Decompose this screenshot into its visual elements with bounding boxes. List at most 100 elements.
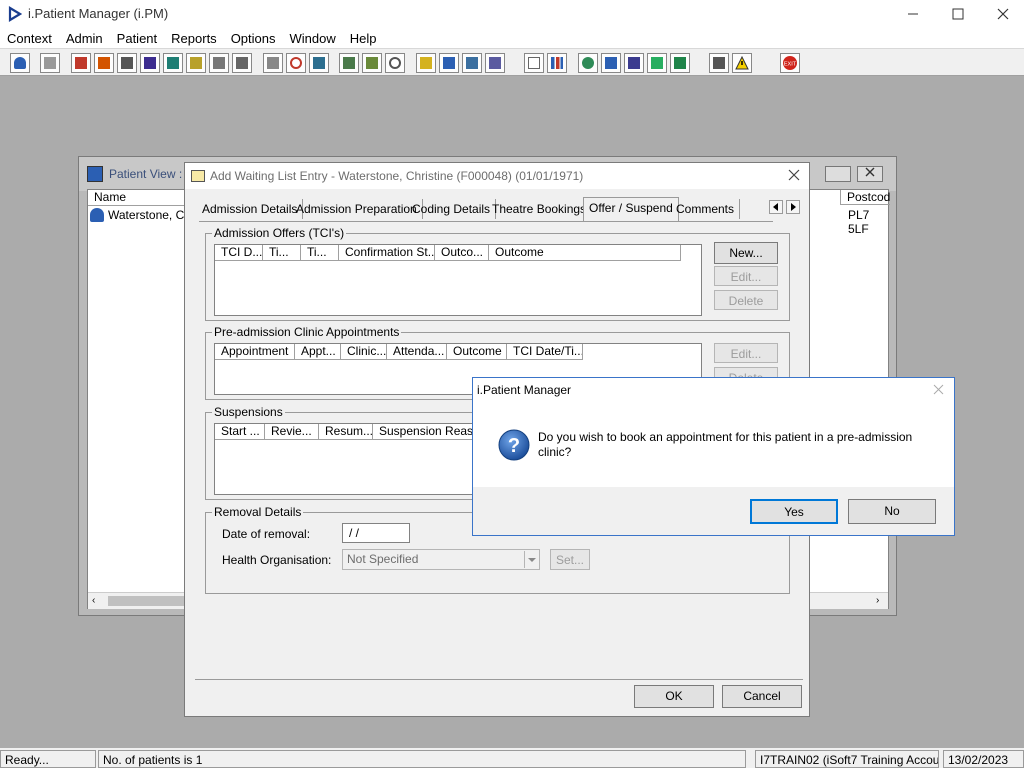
maximize-button[interactable] (935, 0, 981, 28)
col-review[interactable]: Revie... (265, 424, 319, 440)
maximize-icon (952, 8, 964, 20)
admission-offers-list[interactable]: TCI D... Ti... Ti... Confirmation St... … (214, 244, 702, 316)
toolbar-exit-icon[interactable]: EXIT (780, 53, 800, 73)
toolbar-globe-icon[interactable] (578, 53, 598, 73)
toolbar-accept-icon[interactable] (647, 53, 667, 73)
date-of-removal-field[interactable]: / / (342, 523, 410, 543)
status-date: 13/02/2023 (943, 750, 1024, 768)
offers-delete-button[interactable]: Delete (714, 290, 778, 310)
toolbar-print-icon[interactable] (40, 53, 60, 73)
toolbar-transport-icon[interactable] (462, 53, 482, 73)
menu-admin[interactable]: Admin (59, 28, 110, 48)
patient-row-name[interactable]: Waterstone, Chr (108, 208, 195, 222)
menu-window[interactable]: Window (283, 28, 343, 48)
col-resume[interactable]: Resum... (319, 424, 373, 440)
col-outcome[interactable]: Outcome (489, 245, 681, 261)
patient-row-postcode[interactable]: PL7 5LF (848, 208, 888, 236)
waiting-list-close-button[interactable] (787, 168, 801, 185)
menu-patient[interactable]: Patient (110, 28, 164, 48)
toolbar-report-icon[interactable] (339, 53, 359, 73)
toolbar-doctor-icon[interactable] (163, 53, 183, 73)
tab-scroll-right-button[interactable] (786, 200, 800, 214)
health-organisation-label: Health Organisation: (222, 553, 332, 567)
close-icon (788, 169, 800, 181)
toolbar-search-icon[interactable] (263, 53, 283, 73)
patient-list-header-name[interactable]: Name (88, 190, 194, 206)
toolbar-transfer-icon[interactable] (709, 53, 729, 73)
col-outcome-short[interactable]: Outco... (435, 245, 489, 261)
toolbar-record-icon[interactable] (117, 53, 137, 73)
col-tci-datetime[interactable]: TCI Date/Ti... (507, 344, 583, 360)
tab-scroll-left-button[interactable] (769, 200, 783, 214)
col-appt[interactable]: Appt... (295, 344, 341, 360)
svg-text:EXIT: EXIT (784, 62, 797, 68)
set-org-button[interactable]: Set... (550, 549, 590, 570)
toolbar-document-icon[interactable] (524, 53, 544, 73)
toolbar-warning-icon[interactable] (732, 53, 752, 73)
toolbar-monitor-icon[interactable] (309, 53, 329, 73)
admission-offers-legend: Admission Offers (TCI's) (212, 226, 347, 240)
tab-admission-preparation[interactable]: Admission Preparation (291, 199, 423, 219)
message-box-close-button[interactable] (933, 384, 944, 398)
removal-legend: Removal Details (212, 505, 304, 519)
toolbar-chart-icon[interactable] (547, 53, 567, 73)
dialog-separator (195, 679, 803, 680)
toolbar-clock-icon[interactable] (286, 53, 306, 73)
scroll-right-icon[interactable]: › (876, 595, 879, 606)
toolbar-approve-icon[interactable] (670, 53, 690, 73)
toolbar-notes-icon[interactable] (186, 53, 206, 73)
col-time-1[interactable]: Ti... (263, 245, 301, 261)
col-tci-date[interactable]: TCI D... (215, 245, 263, 261)
health-organisation-select[interactable]: Not Specified (342, 549, 540, 570)
app-logo-icon (8, 6, 22, 22)
chevron-down-icon[interactable] (524, 551, 538, 568)
scroll-thumb[interactable] (108, 596, 188, 606)
menu-help[interactable]: Help (343, 28, 384, 48)
yes-button[interactable]: Yes (750, 499, 838, 524)
toolbar-m-icon[interactable] (140, 53, 160, 73)
menu-options[interactable]: Options (224, 28, 283, 48)
patient-list-header-postcode[interactable]: Postcod (840, 190, 890, 205)
offers-new-button[interactable]: New... (714, 242, 778, 264)
patient-view-close-button[interactable] (857, 166, 883, 182)
col-time-2[interactable]: Ti... (301, 245, 339, 261)
close-app-button[interactable] (980, 0, 1024, 28)
toolbar-letter-icon[interactable] (362, 53, 382, 73)
offers-edit-button[interactable]: Edit... (714, 266, 778, 286)
patient-view-restore-button[interactable] (825, 166, 851, 182)
preadmission-edit-button[interactable]: Edit... (714, 343, 778, 363)
minimize-icon (908, 13, 918, 15)
col-attendance[interactable]: Attenda... (387, 344, 447, 360)
col-appointment[interactable]: Appointment (215, 344, 295, 360)
col-pre-outcome[interactable]: Outcome (447, 344, 507, 360)
menu-context[interactable]: Context (0, 28, 59, 48)
toolbar-check-icon[interactable] (624, 53, 644, 73)
tab-comments[interactable]: Comments (671, 199, 741, 219)
toolbar-edit-icon[interactable] (94, 53, 114, 73)
toolbar-gauge-icon[interactable] (385, 53, 405, 73)
col-clinic[interactable]: Clinic... (341, 344, 387, 360)
no-button[interactable]: No (848, 499, 936, 524)
tab-offer-suspend[interactable]: Offer / Suspend (583, 197, 679, 221)
message-line-1: Do you wish to book an appointment for t… (538, 430, 913, 444)
tab-coding-details[interactable]: Coding Details (407, 199, 497, 219)
toolbar-book-icon[interactable] (71, 53, 91, 73)
menu-reports[interactable]: Reports (164, 28, 224, 48)
tab-theatre-bookings[interactable]: Theatre Bookings (487, 199, 593, 219)
ok-button[interactable]: OK (634, 685, 714, 708)
toolbar-form-icon[interactable] (439, 53, 459, 73)
col-suspension-reason[interactable]: Suspension Reason (373, 424, 483, 440)
toolbar-bed-icon[interactable] (209, 53, 229, 73)
toolbar-people-icon[interactable] (485, 53, 505, 73)
tab-admission-details[interactable]: Admission Details (197, 199, 304, 219)
toolbar-ward-icon[interactable] (232, 53, 252, 73)
toolbar-list-icon[interactable] (416, 53, 436, 73)
scroll-left-icon[interactable]: ‹ (92, 595, 95, 606)
toolbar-patient-icon[interactable] (10, 53, 30, 73)
minimize-button[interactable] (890, 0, 936, 28)
col-start[interactable]: Start ... (215, 424, 265, 440)
cancel-button[interactable]: Cancel (722, 685, 802, 708)
toolbar-referral-icon[interactable] (601, 53, 621, 73)
col-confirmation-status[interactable]: Confirmation St... (339, 245, 435, 261)
preadmission-legend: Pre-admission Clinic Appointments (212, 325, 402, 339)
